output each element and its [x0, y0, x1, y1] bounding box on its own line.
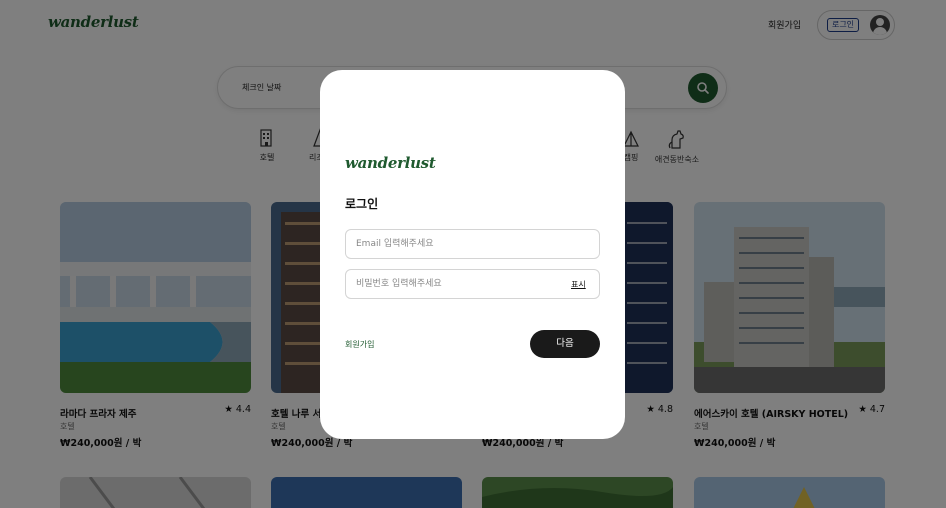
email-field[interactable]	[345, 229, 600, 259]
login-modal: wanderlust 로그인 표시 회원가입 다음	[320, 70, 625, 439]
modal-signup-link[interactable]: 회원가입	[345, 339, 374, 350]
modal-brand-logo: wanderlust	[345, 154, 436, 172]
password-field[interactable]	[345, 269, 600, 299]
show-password-toggle[interactable]: 표시	[571, 279, 586, 290]
modal-title: 로그인	[345, 197, 379, 211]
next-button[interactable]: 다음	[530, 330, 600, 358]
